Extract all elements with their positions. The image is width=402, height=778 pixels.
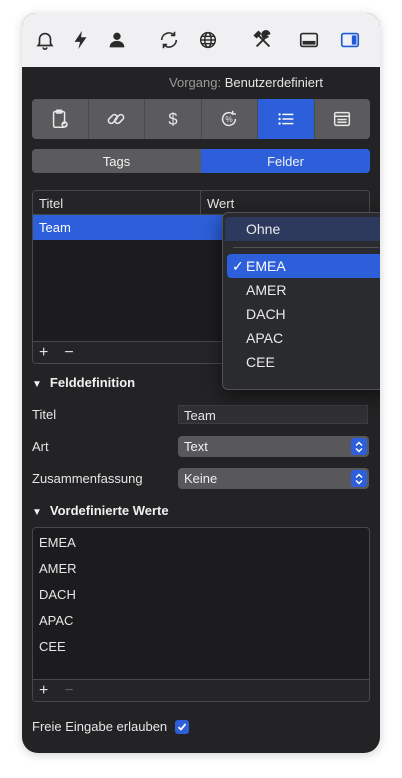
- segment-clipboard[interactable]: [32, 99, 89, 139]
- art-label: Art: [32, 439, 49, 454]
- segment-dollar[interactable]: $: [145, 99, 202, 139]
- menu-item-emea[interactable]: ✓ EMEA: [227, 254, 380, 278]
- svg-text:%: %: [226, 115, 234, 124]
- process-label: Vorgang:: [169, 75, 222, 90]
- value-popup-menu: Ohne ✓ EMEA AMER DACH APAC CEE: [222, 212, 380, 390]
- list-icon: [278, 113, 294, 125]
- svg-text:$: $: [168, 111, 177, 129]
- list-item[interactable]: EMEA: [33, 530, 369, 556]
- zusammenfassung-select[interactable]: Keine: [178, 468, 369, 489]
- remove-field-button[interactable]: −: [64, 344, 73, 362]
- remove-value-button[interactable]: −: [64, 682, 73, 700]
- process-type-label: Vorgang: Benutzerdefiniert: [22, 75, 380, 90]
- art-select[interactable]: Text: [178, 436, 369, 457]
- art-value: Text: [184, 439, 208, 454]
- vordefinierte-section-header[interactable]: ▼ Vordefinierte Werte: [32, 503, 169, 518]
- menu-item-ohne[interactable]: Ohne: [225, 217, 380, 241]
- row-title: Team: [39, 220, 71, 235]
- zusammenfassung-label: Zusammenfassung: [32, 471, 143, 486]
- updown-chevron-icon: [351, 438, 367, 455]
- tab-tags[interactable]: Tags: [32, 149, 201, 173]
- tools-icon[interactable]: [250, 27, 276, 53]
- section-title: Vordefinierte Werte: [49, 503, 169, 518]
- freie-eingabe-checkbox[interactable]: [175, 719, 190, 734]
- clipboard-check-icon: [52, 109, 68, 128]
- segment-percent[interactable]: %: [202, 99, 258, 139]
- bell-icon[interactable]: [32, 27, 58, 53]
- segment-list[interactable]: [258, 99, 315, 139]
- percent-cycle-icon: %: [222, 110, 237, 127]
- add-field-button[interactable]: +: [39, 344, 48, 362]
- list-item[interactable]: AMER: [33, 556, 369, 582]
- inspector-segment-bar: $ %: [32, 99, 370, 139]
- tabs: Tags Felder: [32, 149, 370, 173]
- list-item[interactable]: DACH: [33, 582, 369, 608]
- updown-chevron-icon: [351, 470, 367, 487]
- list-item[interactable]: APAC: [33, 608, 369, 634]
- link-icon: [107, 113, 125, 125]
- disclosure-triangle-icon: ▼: [32, 379, 42, 390]
- menu-separator: [233, 247, 379, 248]
- bottom-panel-icon[interactable]: [296, 27, 322, 53]
- list-footer: + −: [33, 679, 369, 701]
- dollar-icon: $: [168, 111, 177, 129]
- tab-felder[interactable]: Felder: [201, 149, 370, 173]
- felddefinition-section-header[interactable]: ▼ Felddefinition: [32, 375, 135, 390]
- predefined-values-list: EMEA AMER DACH APAC CEE + −: [32, 527, 370, 702]
- menu-item-label: EMEA: [246, 258, 286, 274]
- inspector-window: Vorgang: Benutzerdefiniert $ % Tags Feld…: [22, 13, 380, 753]
- menu-item-amer[interactable]: AMER: [223, 278, 380, 302]
- segment-card[interactable]: [315, 99, 371, 139]
- sync-icon[interactable]: [156, 27, 182, 53]
- globe-icon[interactable]: [195, 27, 221, 53]
- freie-eingabe-row: Freie Eingabe erlauben: [32, 719, 190, 734]
- toolbar: [22, 13, 380, 67]
- menu-item-dach[interactable]: DACH: [223, 302, 380, 326]
- add-value-button[interactable]: +: [39, 682, 48, 700]
- titel-label: Titel: [32, 407, 57, 422]
- menu-item-cee[interactable]: CEE: [223, 350, 380, 374]
- zusammenfassung-value: Keine: [184, 471, 218, 486]
- section-title: Felddefinition: [49, 375, 136, 390]
- sidebar-icon[interactable]: [337, 27, 363, 53]
- bolt-icon[interactable]: [68, 27, 94, 53]
- segment-link[interactable]: [89, 99, 145, 139]
- disclosure-triangle-icon: ▼: [32, 507, 42, 518]
- menu-item-apac[interactable]: APAC: [223, 326, 380, 350]
- column-header-titel[interactable]: Titel: [33, 191, 201, 214]
- checkmark-icon: [178, 722, 187, 731]
- checkmark-icon: ✓: [232, 258, 244, 274]
- process-value: Benutzerdefiniert: [224, 75, 323, 90]
- column-header-wert[interactable]: Wert: [201, 191, 240, 214]
- titel-input[interactable]: Team: [178, 405, 368, 424]
- list-item[interactable]: CEE: [33, 634, 369, 660]
- person-icon[interactable]: [104, 27, 130, 53]
- freie-eingabe-label: Freie Eingabe erlauben: [32, 719, 168, 734]
- titel-value: Team: [184, 408, 216, 423]
- card-icon: [334, 111, 351, 127]
